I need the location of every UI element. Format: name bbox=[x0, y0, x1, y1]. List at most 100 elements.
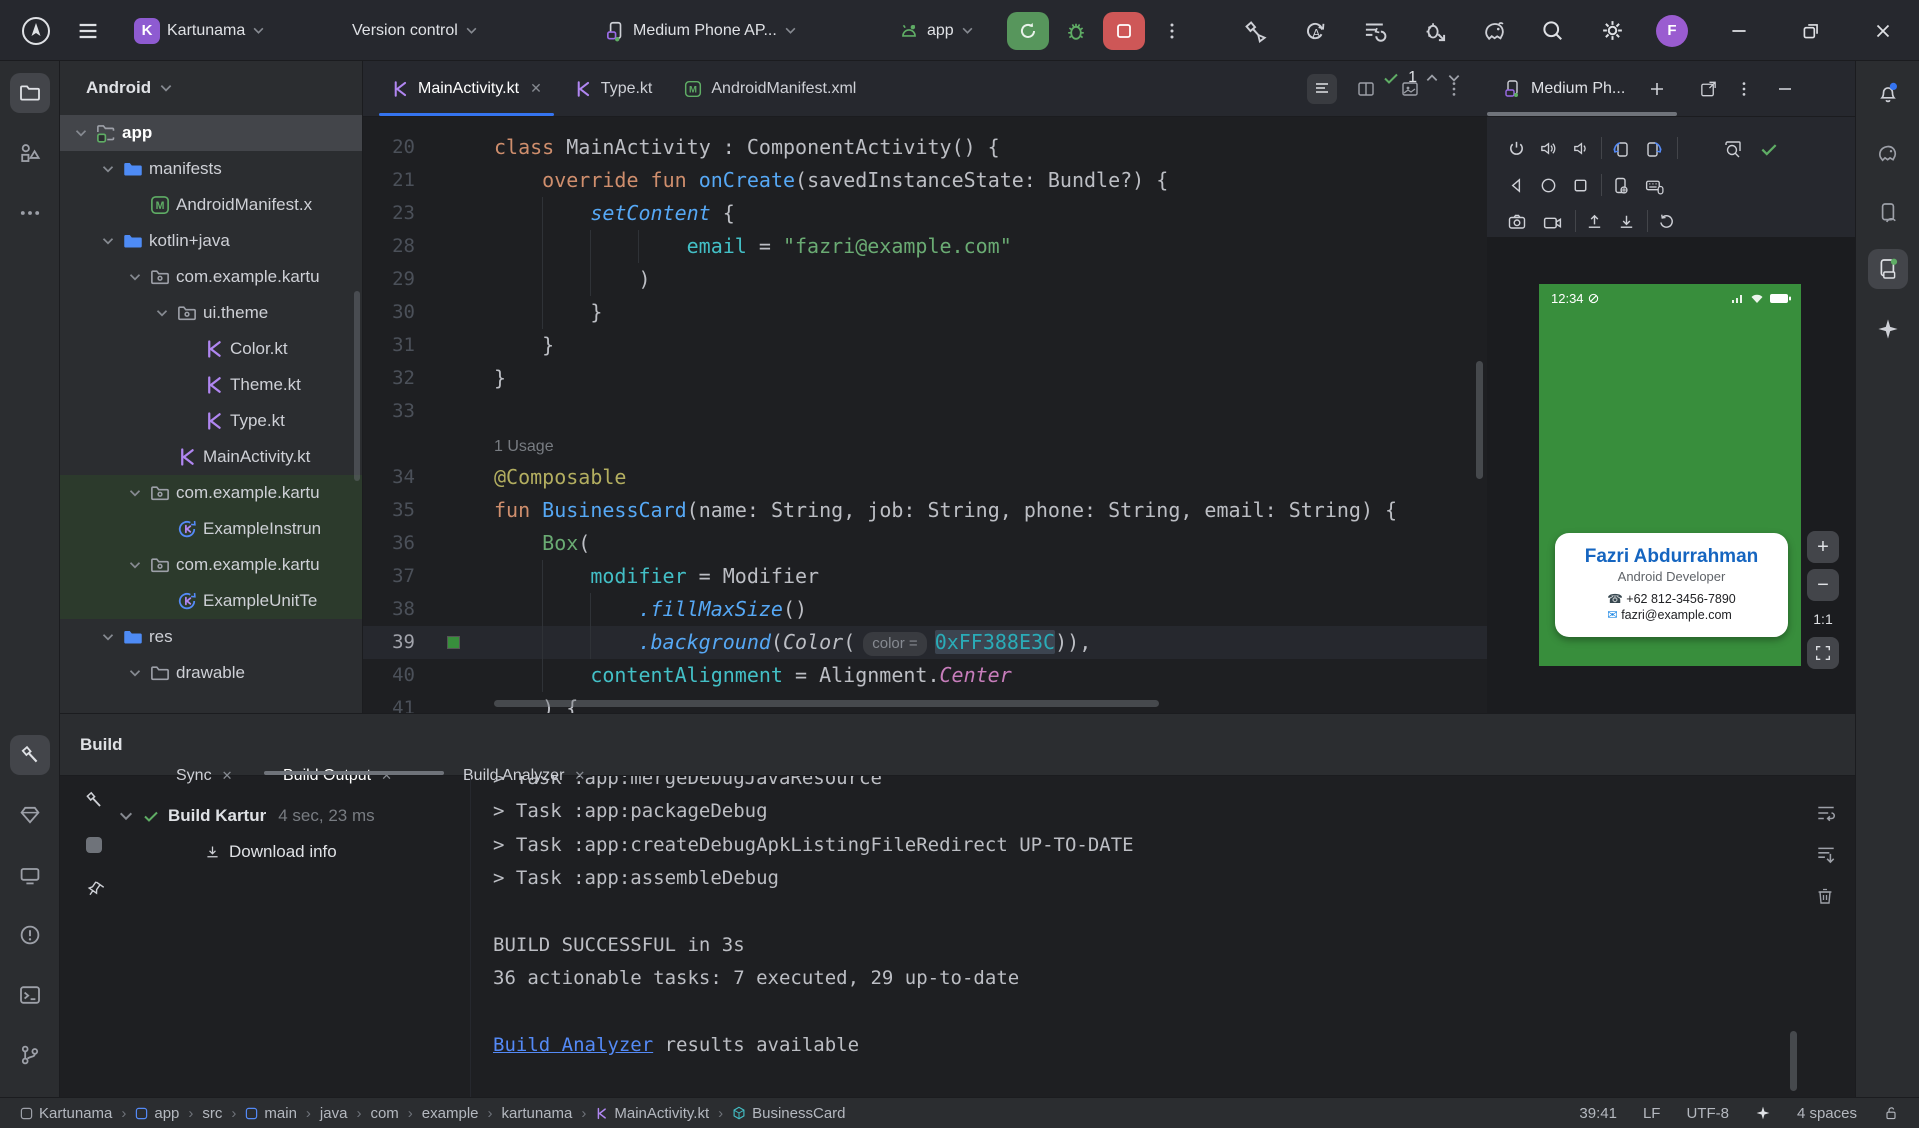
code-editor[interactable]: 20class MainActivity : ComponentActivity… bbox=[363, 117, 1487, 713]
dependencies-tool-button[interactable] bbox=[10, 795, 50, 835]
tree-item-kotlin-java[interactable]: kotlin+java bbox=[60, 223, 362, 259]
build-tool-button[interactable] bbox=[10, 735, 50, 775]
editor-tab-androidmanifest-xml[interactable]: MAndroidManifest.xml bbox=[668, 61, 872, 116]
restore-button[interactable] bbox=[1800, 0, 1822, 61]
power-button[interactable] bbox=[1507, 139, 1526, 158]
breadcrumb-app[interactable]: app bbox=[135, 1105, 179, 1122]
stop-output-icon[interactable] bbox=[86, 837, 102, 853]
breadcrumb-mainactivity-kt[interactable]: MainActivity.kt bbox=[595, 1105, 709, 1122]
hide-panel-button[interactable] bbox=[1775, 79, 1795, 99]
project-tool-button[interactable] bbox=[10, 73, 50, 113]
user-avatar[interactable]: F bbox=[1656, 0, 1688, 61]
more-tools-button[interactable] bbox=[10, 193, 50, 233]
project-scrollbar[interactable] bbox=[354, 291, 360, 481]
build-project-button[interactable] bbox=[1242, 18, 1268, 44]
rerun-button[interactable] bbox=[1007, 0, 1049, 61]
editor-vertical-scrollbar[interactable] bbox=[1476, 361, 1483, 479]
breadcrumb-src[interactable]: src bbox=[202, 1105, 222, 1122]
gradle-sync-button[interactable] bbox=[1482, 18, 1508, 44]
run-config-selector[interactable]: app bbox=[898, 0, 974, 61]
apply-changes-button[interactable]: A bbox=[1302, 18, 1328, 44]
problems-tool-button[interactable] bbox=[10, 915, 50, 955]
editor-tab-type-kt[interactable]: Type.kt bbox=[558, 61, 669, 116]
device-selector[interactable]: Medium Phone AP... bbox=[604, 0, 797, 61]
sparkle-status-icon[interactable] bbox=[1755, 1105, 1771, 1121]
color-preview-swatch[interactable] bbox=[447, 636, 460, 649]
build-child-node[interactable]: Download info bbox=[118, 834, 375, 870]
rotate-left-button[interactable] bbox=[1611, 139, 1631, 159]
gradle-tool-button[interactable] bbox=[1868, 133, 1908, 173]
editor-tab-mainactivity-kt[interactable]: MainActivity.kt✕ bbox=[375, 61, 558, 116]
tree-item-com-example-kartu[interactable]: com.example.kartu bbox=[60, 547, 362, 583]
screenshot-button[interactable] bbox=[1507, 212, 1527, 232]
breadcrumb-kartunama[interactable]: kartunama bbox=[502, 1105, 573, 1122]
upload-button[interactable] bbox=[1585, 212, 1604, 231]
logcat-tool-button[interactable] bbox=[10, 855, 50, 895]
build-root-node[interactable]: Build Kartur 4 sec, 23 ms bbox=[118, 798, 375, 834]
resource-manager-tool-button[interactable] bbox=[10, 133, 50, 173]
chevron-up-icon[interactable] bbox=[1425, 71, 1439, 85]
terminal-tool-button[interactable] bbox=[10, 975, 50, 1015]
code-view-button[interactable] bbox=[1307, 74, 1337, 104]
editor-horizontal-scrollbar[interactable] bbox=[494, 700, 1159, 707]
tree-item-theme-kt[interactable]: Theme.kt bbox=[60, 367, 362, 403]
apply-code-changes-button[interactable] bbox=[1362, 18, 1388, 44]
tree-item-mainactivity-kt[interactable]: MainActivity.kt bbox=[60, 439, 362, 475]
clear-console-icon[interactable] bbox=[1815, 886, 1837, 906]
breadcrumb-com[interactable]: com bbox=[370, 1105, 398, 1122]
back-button[interactable] bbox=[1507, 176, 1526, 195]
build-console[interactable]: > Task :app:mergeDebugJavaResource > Tas… bbox=[470, 776, 1775, 1097]
device-more-button[interactable] bbox=[1735, 80, 1753, 98]
tree-item-androidmanifest-x[interactable]: MAndroidManifest.x bbox=[60, 187, 362, 223]
breadcrumb-businesscard[interactable]: BusinessCard bbox=[732, 1105, 845, 1122]
project-selector[interactable]: K Kartunama bbox=[134, 0, 265, 61]
add-device-button[interactable] bbox=[1647, 79, 1667, 99]
version-control-tool-button[interactable] bbox=[10, 1035, 50, 1075]
file-encoding[interactable]: UTF-8 bbox=[1686, 1105, 1729, 1122]
unlock-icon[interactable] bbox=[1883, 1105, 1899, 1121]
vcs-selector[interactable]: Version control bbox=[352, 0, 478, 61]
rotate-right-button[interactable] bbox=[1644, 139, 1664, 159]
run-more-button[interactable] bbox=[1162, 0, 1182, 61]
device-tab[interactable]: Medium Ph... bbox=[1487, 79, 1625, 99]
inspections-widget[interactable]: 1 bbox=[1382, 69, 1461, 87]
screen-record-button[interactable] bbox=[1542, 212, 1563, 233]
tree-item-res[interactable]: res bbox=[60, 619, 362, 655]
build-filter-icon[interactable] bbox=[83, 789, 105, 811]
scroll-to-end-icon[interactable] bbox=[1815, 844, 1837, 866]
close-tab-icon[interactable]: ✕ bbox=[381, 768, 392, 784]
cursor-position[interactable]: 39:41 bbox=[1579, 1105, 1617, 1122]
breadcrumb-kartunama[interactable]: Kartunama bbox=[20, 1105, 112, 1122]
attach-debugger-button[interactable] bbox=[1422, 18, 1448, 44]
split-view-button[interactable] bbox=[1351, 74, 1381, 104]
zoom-in-button[interactable]: + bbox=[1807, 531, 1839, 563]
build-scrollbar[interactable] bbox=[1790, 1031, 1797, 1091]
indent-setting[interactable]: 4 spaces bbox=[1797, 1105, 1857, 1122]
home-button[interactable] bbox=[1539, 176, 1558, 195]
device-settings-button[interactable] bbox=[1611, 176, 1631, 196]
gemini-tool-button[interactable] bbox=[1868, 309, 1908, 349]
line-ending[interactable]: LF bbox=[1643, 1105, 1661, 1122]
running-devices-tool-button[interactable] bbox=[1868, 249, 1908, 289]
fit-to-window-button[interactable] bbox=[1807, 637, 1839, 669]
tree-item-com-example-kartu[interactable]: com.example.kartu bbox=[60, 259, 362, 295]
breadcrumb-java[interactable]: java bbox=[320, 1105, 348, 1122]
debug-button[interactable] bbox=[1064, 0, 1088, 61]
close-button[interactable] bbox=[1872, 0, 1894, 61]
tree-item-exampleinstrun[interactable]: ExampleInstrun bbox=[60, 511, 362, 547]
build-analyzer-link[interactable]: Build Analyzer bbox=[493, 1034, 653, 1056]
chevron-down-icon[interactable] bbox=[1447, 71, 1461, 85]
close-tab-icon[interactable]: ✕ bbox=[530, 80, 542, 97]
open-in-window-button[interactable] bbox=[1699, 79, 1718, 98]
tree-item-com-example-kartu[interactable]: com.example.kartu bbox=[60, 475, 362, 511]
tree-item-color-kt[interactable]: Color.kt bbox=[60, 331, 362, 367]
tree-item-ui-theme[interactable]: ui.theme bbox=[60, 295, 362, 331]
reset-button[interactable] bbox=[1657, 212, 1676, 231]
hardware-input-button[interactable] bbox=[1644, 176, 1665, 197]
pin-icon[interactable] bbox=[84, 879, 104, 899]
screenshot-inspect-button[interactable] bbox=[1723, 139, 1743, 159]
breadcrumb-example[interactable]: example bbox=[422, 1105, 479, 1122]
settings-button[interactable] bbox=[1600, 0, 1625, 61]
close-tab-icon[interactable]: ✕ bbox=[222, 768, 233, 784]
stop-button[interactable] bbox=[1103, 0, 1145, 61]
